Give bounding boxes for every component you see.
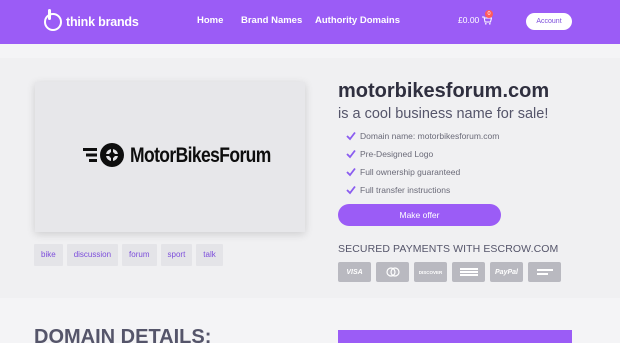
sale-tagline: is a cool business name for sale! [338,106,549,122]
make-offer-button[interactable]: Make offer [338,204,501,226]
feature-item: Full ownership guaranteed [346,163,499,181]
site-header: think brands Home Brand Names Authority … [0,0,620,44]
feature-text: Domain name: motorbikesforum.com [360,131,500,141]
check-icon [346,167,356,177]
brand-logo-preview: MotorBikesForum [35,82,305,232]
details-panel [338,330,572,343]
feature-item: Domain name: motorbikesforum.com [346,127,499,145]
payment-methods: VISA DISCOVER PayPal [338,262,561,282]
site-logo[interactable]: think brands [44,9,139,31]
tag-item[interactable]: discussion [66,244,119,266]
nav-authority-domains[interactable]: Authority Domains [315,15,400,26]
tag-list: bike discussion forum sport talk [34,244,223,266]
feature-text: Pre-Designed Logo [360,149,434,159]
paypal-icon: PayPal [490,262,523,282]
visa-icon: VISA [338,262,371,282]
feature-text: Full transfer instructions [360,185,451,195]
domain-details-heading: DOMAIN DETAILS: [34,326,212,343]
tag-item[interactable]: bike [34,244,63,266]
check-icon [346,149,356,159]
feature-list: Domain name: motorbikesforum.com Pre-Des… [346,127,499,199]
nav-home[interactable]: Home [197,15,223,26]
motorbike-wheel-icon [83,143,124,167]
bank-transfer-icon [528,262,561,282]
feature-item: Pre-Designed Logo [346,145,499,163]
brand-logo-text: MotorBikesForum [130,142,271,167]
tag-item[interactable]: talk [196,244,223,266]
account-button[interactable]: Account [526,13,572,30]
brand-logo: MotorBikesForum [83,142,271,168]
logo-text: think brands [66,15,139,29]
cart-count-badge: 0 [485,10,493,18]
nav-brand-names[interactable]: Brand Names [241,15,302,26]
check-icon [346,131,356,141]
mastercard-icon [376,262,409,282]
think-brands-logo-icon [44,9,62,31]
cart-amount: £0.00 [458,15,480,25]
secured-payments-label: SECURED PAYMENTS WITH ESCROW.COM [338,243,559,255]
tag-item[interactable]: sport [160,244,193,266]
tag-item[interactable]: forum [122,244,157,266]
feature-text: Full ownership guaranteed [360,167,461,177]
feature-item: Full transfer instructions [346,181,499,199]
domain-title: motorbikesforum.com [338,80,550,102]
discover-icon: DISCOVER [414,262,447,282]
cart-button[interactable]: £0.00 0 [458,10,493,25]
amex-icon [452,262,485,282]
check-icon [346,185,356,195]
